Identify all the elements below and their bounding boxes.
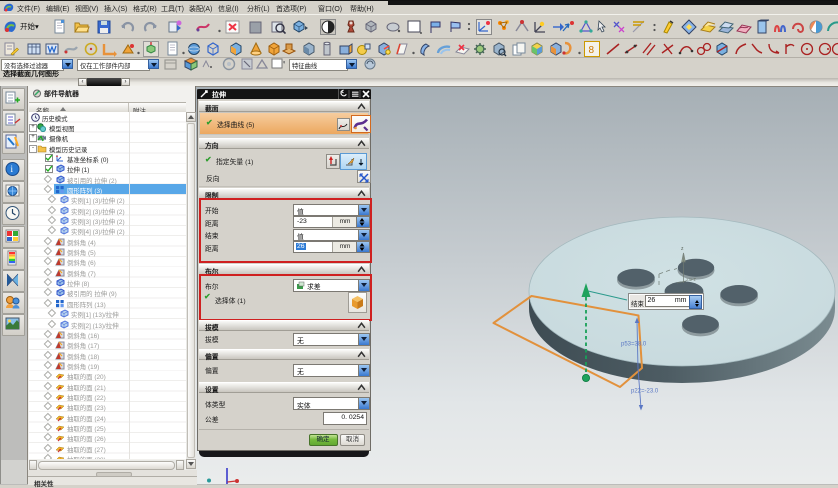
svg-text:p22=-23.0: p22=-23.0 — [631, 389, 659, 395]
svg-text:8: 8 — [589, 45, 595, 56]
svg-text:ZC 1: ZC 1 — [686, 277, 696, 282]
svg-text:p53=38.0: p53=38.0 — [621, 342, 647, 348]
